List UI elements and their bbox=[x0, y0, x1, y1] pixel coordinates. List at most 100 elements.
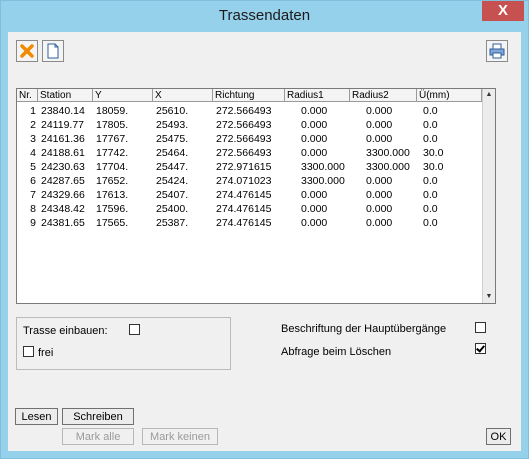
column-header-radius2[interactable]: Radius2 bbox=[350, 89, 417, 102]
cell-richtung: 272.566493 bbox=[216, 147, 272, 159]
table-row[interactable]: 5 24230.63 17704. 25447. 272.971615 3300.000 3… bbox=[17, 160, 482, 174]
lesen-button[interactable]: Lesen bbox=[15, 408, 58, 425]
cell-radius2: 0.000 bbox=[366, 105, 393, 117]
cell-nr: 8 bbox=[30, 203, 36, 215]
beschriftung-checkbox[interactable] bbox=[475, 322, 486, 333]
mark-alle-button[interactable]: Mark alle bbox=[62, 428, 134, 445]
cell-richtung: 272.971615 bbox=[216, 161, 272, 173]
trasse-einbauen-checkbox[interactable] bbox=[129, 324, 140, 335]
table-row[interactable]: 2 24119.77 17805. 25493. 272.566493 0.000 0.00… bbox=[17, 118, 482, 132]
cell-nr: 4 bbox=[30, 147, 36, 159]
cell-x: 25493. bbox=[156, 119, 189, 131]
frei-label: frei bbox=[38, 347, 54, 359]
cell-station: 23840.14 bbox=[41, 105, 85, 117]
table-row[interactable]: 3 24161.36 17767. 25475. 272.566493 0.000 0.00… bbox=[17, 132, 482, 146]
dialog-client-area: Nr. Station Y X Richtung Radius1 Radius2… bbox=[8, 32, 521, 451]
cell-richtung: 272.566493 bbox=[216, 119, 272, 131]
cell-x: 25447. bbox=[156, 161, 189, 173]
cell-ueberhoehung: 0.0 bbox=[423, 133, 438, 145]
table-row[interactable]: 9 24381.65 17565. 25387. 274.476145 0.000 0.00… bbox=[17, 216, 482, 230]
cell-ueberhoehung: 0.0 bbox=[423, 175, 438, 187]
table-row[interactable]: 7 24329.66 17613. 25407. 274.476145 0.000 0.00… bbox=[17, 188, 482, 202]
cell-x: 25424. bbox=[156, 175, 189, 187]
cell-radius2: 3300.000 bbox=[366, 161, 410, 173]
scroll-up-arrow[interactable]: ▲ bbox=[483, 89, 495, 101]
column-header-station[interactable]: Station bbox=[38, 89, 93, 102]
mark-keinen-button[interactable]: Mark keinen bbox=[142, 428, 218, 445]
ok-button[interactable]: OK bbox=[486, 428, 511, 445]
cell-station: 24381.65 bbox=[41, 217, 85, 229]
cell-station: 24119.77 bbox=[41, 119, 85, 131]
table-row[interactable]: 4 24188.61 17742. 25464. 272.566493 0.000 3300… bbox=[17, 146, 482, 160]
cell-y: 17767. bbox=[96, 133, 129, 145]
cell-nr: 2 bbox=[30, 119, 36, 131]
scroll-down-arrow[interactable]: ▼ bbox=[483, 291, 495, 303]
cell-nr: 3 bbox=[30, 133, 36, 145]
column-header-y[interactable]: Y bbox=[93, 89, 153, 102]
column-header-nr[interactable]: Nr. bbox=[17, 89, 38, 102]
table-vertical-scrollbar[interactable]: ▲ ▼ bbox=[482, 89, 495, 303]
print-button[interactable] bbox=[486, 40, 508, 62]
new-document-icon bbox=[47, 43, 59, 59]
abfrage-label: Abfrage beim Löschen bbox=[281, 346, 392, 358]
cell-richtung: 274.071023 bbox=[216, 175, 272, 187]
delete-button[interactable] bbox=[16, 40, 38, 62]
cell-radius1: 0.000 bbox=[301, 119, 328, 131]
cell-x: 25387. bbox=[156, 217, 189, 229]
cell-nr: 9 bbox=[30, 217, 36, 229]
table-row[interactable]: 8 24348.42 17596. 25400. 274.476145 0.000 0.00… bbox=[17, 202, 482, 216]
cell-x: 25610. bbox=[156, 105, 189, 117]
cell-ueberhoehung: 0.0 bbox=[423, 189, 438, 201]
cell-radius2: 0.000 bbox=[366, 189, 393, 201]
printer-icon bbox=[489, 43, 505, 59]
cell-station: 24188.61 bbox=[41, 147, 85, 159]
dialog-window: Trassendaten X Nr. Station Y X Richtung … bbox=[0, 0, 529, 459]
frei-checkbox[interactable] bbox=[23, 346, 34, 357]
cell-nr: 5 bbox=[30, 161, 36, 173]
cell-x: 25475. bbox=[156, 133, 189, 145]
column-header-radius1[interactable]: Radius1 bbox=[285, 89, 350, 102]
cell-y: 17742. bbox=[96, 147, 129, 159]
trasse-einbauen-label: Trasse einbauen: bbox=[23, 325, 108, 337]
trasse-options-group: Trasse einbauen: frei bbox=[16, 317, 231, 370]
cell-x: 25407. bbox=[156, 189, 189, 201]
abfrage-checkbox[interactable] bbox=[475, 343, 486, 354]
cell-radius2: 0.000 bbox=[366, 175, 393, 187]
schreiben-button[interactable]: Schreiben bbox=[62, 408, 134, 425]
cell-radius1: 0.000 bbox=[301, 203, 328, 215]
cell-richtung: 274.476145 bbox=[216, 189, 272, 201]
cell-y: 17613. bbox=[96, 189, 129, 201]
cell-y: 17652. bbox=[96, 175, 129, 187]
cell-station: 24161.36 bbox=[41, 133, 85, 145]
cell-radius1: 0.000 bbox=[301, 217, 328, 229]
route-table[interactable]: Nr. Station Y X Richtung Radius1 Radius2… bbox=[16, 88, 496, 304]
column-header-richtung[interactable]: Richtung bbox=[213, 89, 285, 102]
new-button[interactable] bbox=[42, 40, 64, 62]
cell-y: 17805. bbox=[96, 119, 129, 131]
cell-nr: 1 bbox=[30, 105, 36, 117]
cell-y: 17704. bbox=[96, 161, 129, 173]
cell-ueberhoehung: 30.0 bbox=[423, 147, 444, 159]
cell-radius1: 3300.000 bbox=[301, 175, 345, 187]
cell-ueberhoehung: 0.0 bbox=[423, 203, 438, 215]
cell-y: 17565. bbox=[96, 217, 129, 229]
cell-radius1: 0.000 bbox=[301, 189, 328, 201]
table-row[interactable]: 1 23840.14 18059. 25610. 272.566493 0.000 0.00… bbox=[17, 104, 482, 118]
cell-nr: 7 bbox=[30, 189, 36, 201]
cell-y: 18059. bbox=[96, 105, 129, 117]
cell-radius1: 3300.000 bbox=[301, 161, 345, 173]
cell-radius2: 0.000 bbox=[366, 133, 393, 145]
cell-richtung: 274.476145 bbox=[216, 203, 272, 215]
column-header-ueberhoehung[interactable]: Ü(mm) bbox=[417, 89, 482, 102]
cell-radius2: 0.000 bbox=[366, 217, 393, 229]
column-header-x[interactable]: X bbox=[153, 89, 213, 102]
table-row[interactable]: 6 24287.65 17652. 25424. 274.071023 3300.000 0… bbox=[17, 174, 482, 188]
close-button[interactable]: X bbox=[482, 1, 524, 21]
cell-x: 25400. bbox=[156, 203, 189, 215]
cell-richtung: 274.476145 bbox=[216, 217, 272, 229]
cell-station: 24230.63 bbox=[41, 161, 85, 173]
cell-nr: 6 bbox=[30, 175, 36, 187]
window-title: Trassendaten bbox=[218, 7, 311, 24]
title-bar[interactable]: Trassendaten X bbox=[1, 1, 528, 32]
cell-richtung: 272.566493 bbox=[216, 105, 272, 117]
